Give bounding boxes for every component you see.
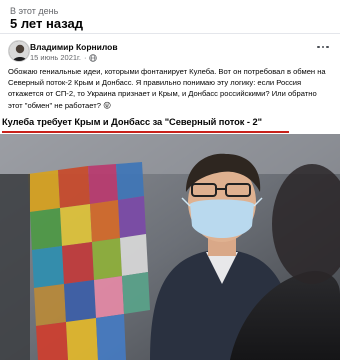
post-header: Владимир Корнилов 15 июнь 2021г. · — [0, 38, 340, 66]
shared-photo[interactable] — [0, 134, 340, 360]
post-meta: 15 июнь 2021г. · — [30, 53, 98, 62]
avatar-image — [9, 41, 29, 61]
globe-icon — [89, 53, 98, 62]
meta-separator: · — [83, 53, 87, 62]
post-text-line: Северный поток-2 Крым и Донбасс. Я прави… — [8, 78, 302, 88]
shared-headline-text: Кулеба требует Крым и Донбасс за "Северн… — [2, 117, 262, 127]
post-text-line: этот "обмен" не работает? 😜 — [8, 100, 111, 110]
memory-title: 5 лет назад — [10, 16, 83, 31]
photo-illustration — [0, 134, 340, 360]
memory-label: В этот день — [10, 6, 59, 16]
post-text-line: Обожаю гениальные идеи, которыми фонтани… — [8, 67, 326, 76]
shared-headline[interactable]: Кулеба требует Крым и Донбасс за "Северн… — [2, 117, 338, 133]
headline-underline — [2, 131, 289, 133]
author-name[interactable]: Владимир Корнилов — [30, 42, 118, 52]
post-text-line: откажется от СП-2, то Украина признает и… — [8, 89, 317, 99]
divider — [0, 33, 340, 34]
post-date[interactable]: 15 июнь 2021г. — [30, 53, 81, 62]
avatar[interactable] — [8, 40, 30, 62]
more-dots-icon[interactable] — [314, 40, 332, 54]
post-text: Обожаю гениальные идеи, которыми фонтани… — [8, 66, 334, 111]
